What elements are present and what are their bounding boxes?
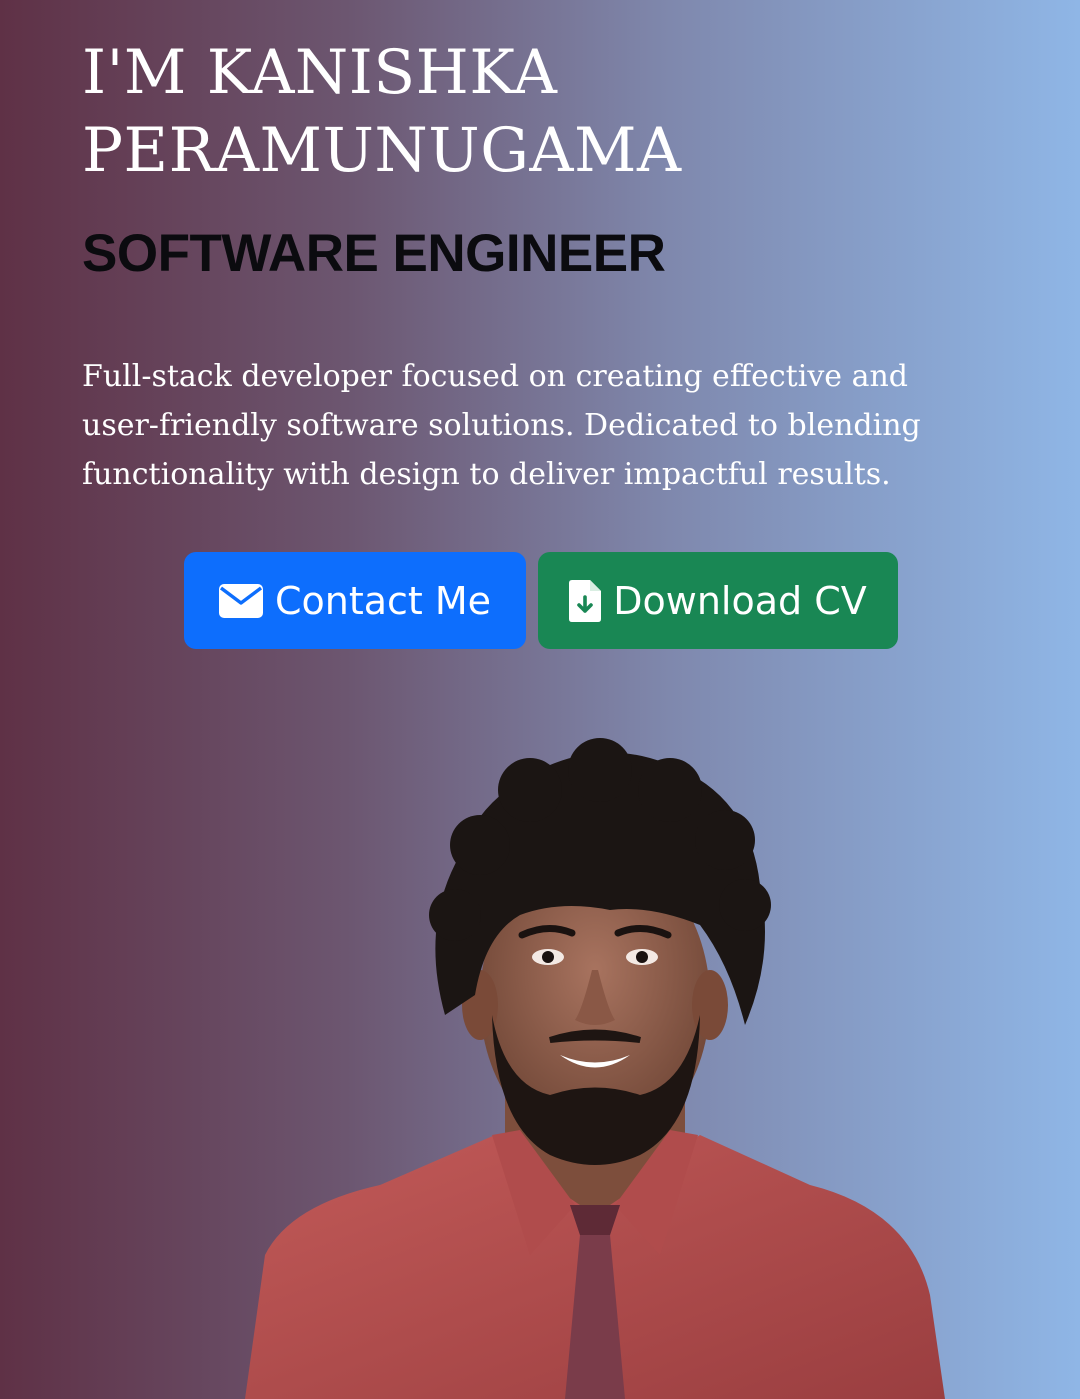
description-line-1: Full-stack developer focused on creating… (82, 359, 908, 394)
hero-title-line-1: I'M KANISHKA (82, 37, 558, 108)
hero-description: Full-stack developer focused on creating… (82, 352, 1042, 499)
download-cv-label: Download CV (613, 578, 867, 623)
job-title: SOFTWARE ENGINEER (82, 224, 666, 283)
description-line-2: user-friendly software solutions. Dedica… (82, 408, 921, 443)
envelope-icon (218, 583, 263, 618)
hero-section: I'M KANISHKA PERAMUNUGAMA SOFTWARE ENGIN… (0, 0, 1080, 1399)
hero-title: I'M KANISHKA PERAMUNUGAMA (82, 34, 982, 190)
contact-me-label: Contact Me (274, 578, 492, 623)
hero-title-line-2: PERAMUNUGAMA (82, 115, 682, 186)
description-line-3: functionality with design to deliver imp… (82, 457, 891, 492)
profile-photo (230, 735, 960, 1399)
contact-me-button[interactable]: Contact Me (184, 552, 526, 649)
download-cv-button[interactable]: Download CV (538, 552, 898, 649)
file-download-icon (569, 579, 602, 622)
